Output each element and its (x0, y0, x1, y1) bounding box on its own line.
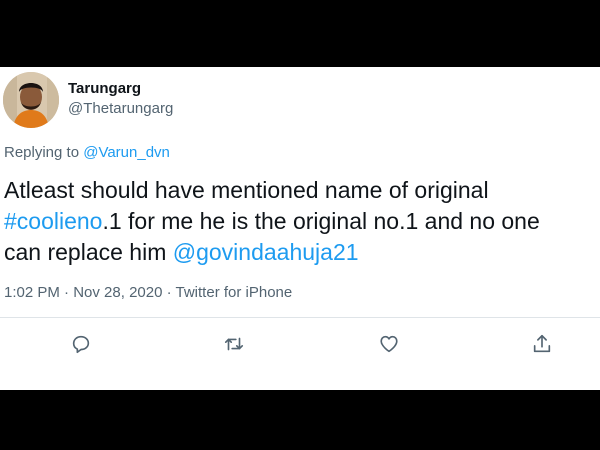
tweet-line-1: Atleast should have mentioned name of or… (4, 177, 489, 203)
mention-link[interactable]: @govindaahuja21 (173, 239, 359, 265)
like-button[interactable] (376, 331, 402, 357)
tweet-line-3: can replace him @govindaahuja21 (4, 237, 596, 268)
share-icon (533, 334, 551, 353)
divider (0, 317, 600, 318)
retweet-button[interactable] (221, 331, 247, 357)
meta-separator: · (59, 284, 74, 301)
avatar[interactable] (3, 72, 59, 128)
hashtag-link[interactable]: #coolieno (4, 208, 102, 234)
tweet-line-3-text: can replace him (4, 239, 173, 265)
reply-button[interactable] (68, 331, 94, 357)
tweet-line-2-text: .1 for me he is the original no.1 and no… (102, 208, 540, 234)
replying-to-line: Replying to @Varun_dvn (4, 144, 170, 161)
user-handle[interactable]: @Thetarungarg (68, 100, 173, 117)
tweet-source[interactable]: Twitter for iPhone (176, 284, 293, 301)
meta-separator: · (162, 284, 176, 301)
share-button[interactable] (529, 331, 555, 357)
display-name[interactable]: Tarungarg (68, 80, 141, 97)
avatar-image (3, 72, 59, 128)
tweet-meta: 1:02 PM · Nov 28, 2020 · Twitter for iPh… (4, 284, 292, 301)
heart-icon (380, 335, 398, 353)
tweet-card: Tarungarg @Thetarungarg Replying to @Var… (0, 67, 600, 390)
tweet-line-2: #coolieno.1 for me he is the original no… (4, 206, 596, 237)
replying-to-label: Replying to (4, 144, 84, 161)
tweet-date[interactable]: Nov 28, 2020 (73, 284, 162, 301)
retweet-icon (224, 337, 244, 351)
tweet-text: Atleast should have mentioned name of or… (4, 175, 596, 268)
reply-icon (72, 335, 90, 354)
replying-to-mention[interactable]: @Varun_dvn (83, 144, 170, 161)
tweet-time[interactable]: 1:02 PM (4, 284, 60, 301)
